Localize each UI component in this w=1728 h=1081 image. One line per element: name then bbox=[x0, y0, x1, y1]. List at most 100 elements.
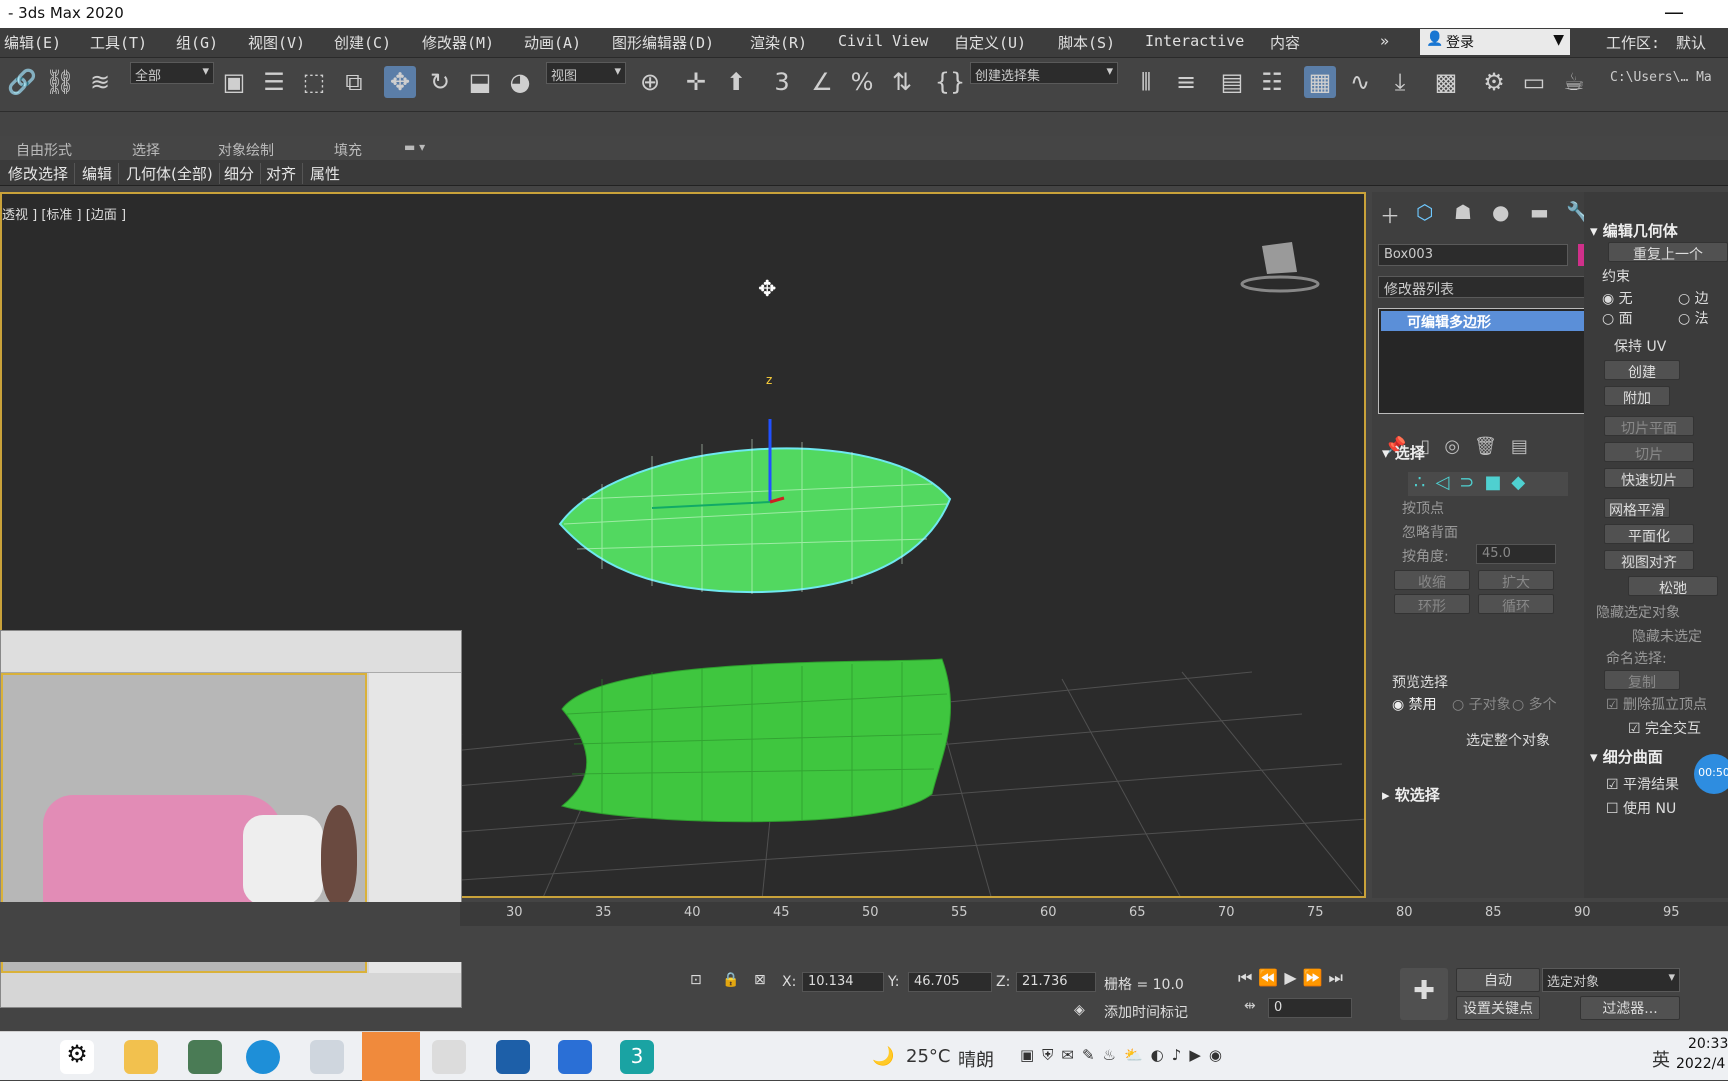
shrink-button[interactable]: 收缩 bbox=[1394, 570, 1470, 591]
app2-icon[interactable] bbox=[310, 1040, 344, 1074]
preview-multi-radio[interactable]: ○ 多个 bbox=[1512, 694, 1557, 714]
ribbon-tab-selection[interactable]: 选择 bbox=[132, 140, 160, 160]
3dsmax-taskbar-icon[interactable]: 3 bbox=[620, 1040, 654, 1074]
motion-tab-icon[interactable]: ● bbox=[1492, 200, 1509, 224]
snap-3d-icon[interactable]: 3 bbox=[766, 66, 798, 98]
key-set-dropdown[interactable]: 选定对象 bbox=[1542, 968, 1680, 992]
copy-button[interactable]: 复制 bbox=[1604, 670, 1680, 691]
z-coordinate-field[interactable]: 21.736 bbox=[1016, 972, 1096, 992]
window-crossing-icon[interactable]: ⧉ bbox=[338, 66, 370, 98]
subdivision-surface-header[interactable]: ▾ 细分曲面 bbox=[1590, 746, 1663, 767]
preview-subobject-radio[interactable]: ○ 子对象 bbox=[1452, 694, 1511, 714]
scale-icon[interactable]: ⬓ bbox=[464, 66, 496, 98]
clock-date[interactable]: 2022/4 bbox=[1676, 1056, 1725, 1072]
bind-spacewarp-icon[interactable]: ≋ bbox=[84, 66, 116, 98]
ribbon-tab-object-paint[interactable]: 对象绘制 bbox=[218, 140, 274, 160]
by-vertex-checkbox[interactable]: 按顶点 bbox=[1402, 498, 1612, 522]
layer-explorer-icon[interactable]: ☷ bbox=[1256, 66, 1288, 98]
selection-set-dropdown[interactable]: 创建选择集 bbox=[970, 62, 1118, 84]
panel-edit[interactable]: 编辑 bbox=[82, 163, 120, 184]
preview-disabled-radio[interactable]: ◉ 禁用 bbox=[1392, 694, 1437, 714]
menu-graph-editors[interactable]: 图形编辑器(D) bbox=[612, 32, 714, 53]
link-icon[interactable]: 🔗 bbox=[6, 66, 38, 98]
app3-icon[interactable] bbox=[432, 1040, 466, 1074]
render-icon[interactable]: ☕ bbox=[1558, 66, 1590, 98]
panel-modify-selection[interactable]: 修改选择 bbox=[8, 163, 76, 184]
minimize-button[interactable]: — bbox=[1664, 0, 1684, 24]
stack-item-editable-poly[interactable]: 可编辑多边形 bbox=[1381, 311, 1595, 331]
view-align-button[interactable]: 视图对齐 bbox=[1604, 550, 1694, 571]
time-ruler[interactable]: 30 35 40 45 50 55 60 65 70 75 80 85 90 9… bbox=[460, 902, 1728, 926]
ref-coord-dropdown[interactable]: 视图 bbox=[546, 62, 626, 84]
ribbon-tab-freeform[interactable]: 自由形式 bbox=[16, 140, 72, 160]
subobject-level-icons[interactable]: ∴◁⊃■◆ bbox=[1408, 472, 1568, 496]
slice-plane-button[interactable]: 切片平面 bbox=[1604, 416, 1694, 437]
x-coordinate-field[interactable]: 10.134 bbox=[802, 972, 884, 992]
ribbon-tab-populate[interactable]: 填充 bbox=[334, 140, 362, 160]
selection-rollout-header[interactable]: ▾ 选择 bbox=[1382, 442, 1425, 463]
select-by-name-icon[interactable]: ☰ bbox=[258, 66, 290, 98]
lock-icon[interactable]: 🔒 bbox=[722, 972, 739, 988]
key-filter-icon[interactable]: ✚ bbox=[1400, 968, 1448, 1020]
select-object-icon[interactable]: ▣ bbox=[218, 66, 250, 98]
app4-icon[interactable] bbox=[496, 1040, 530, 1074]
settings-icon[interactable]: ⚙ bbox=[60, 1040, 94, 1074]
planarize-button[interactable]: 平面化 bbox=[1604, 524, 1694, 545]
constraint-edge-radio[interactable]: ○ 边 bbox=[1678, 288, 1709, 308]
absolute-mode-icon[interactable]: ⊠ bbox=[754, 972, 766, 988]
menu-scripting[interactable]: 脚本(S) bbox=[1058, 32, 1115, 53]
current-frame-field[interactable]: 0 bbox=[1268, 998, 1352, 1018]
constraint-face-radio[interactable]: ○ 面 bbox=[1602, 308, 1633, 328]
weather-temp[interactable]: 25°C bbox=[906, 1046, 950, 1067]
menu-group[interactable]: 组(G) bbox=[176, 32, 218, 53]
playback-controls[interactable]: ⏮⏪▶⏩⏭ bbox=[1238, 968, 1354, 994]
attach-button[interactable]: 附加 bbox=[1604, 386, 1670, 407]
panel-properties[interactable]: 属性 bbox=[310, 163, 346, 184]
relax-button[interactable]: 松弛 bbox=[1628, 576, 1718, 597]
use-nurms-checkbox[interactable]: ☐ 使用 NU bbox=[1606, 798, 1676, 818]
app-icon[interactable] bbox=[188, 1040, 222, 1074]
soft-selection-rollout-header[interactable]: ▸ 软选择 bbox=[1382, 784, 1440, 805]
create-tab-icon[interactable]: ＋ bbox=[1380, 200, 1400, 229]
modifier-list-dropdown[interactable]: 修改器列表 bbox=[1378, 276, 1598, 298]
y-coordinate-field[interactable]: 46.705 bbox=[908, 972, 992, 992]
display-tab-icon[interactable]: ▬ bbox=[1530, 200, 1549, 224]
pivot-center-icon[interactable]: ⊕ bbox=[634, 66, 666, 98]
file-explorer-icon[interactable] bbox=[124, 1040, 158, 1074]
preserve-uv-checkbox[interactable]: 保持 UV bbox=[1614, 336, 1666, 356]
align-icon[interactable]: ≡ bbox=[1170, 66, 1202, 98]
ribbon-toggle-icon[interactable]: ▦ bbox=[1304, 66, 1336, 98]
weather-icon[interactable]: 🌙 bbox=[872, 1046, 894, 1067]
menu-modifiers[interactable]: 修改器(M) bbox=[422, 32, 494, 53]
isolate-icon[interactable]: ⊡ bbox=[690, 972, 702, 988]
render-setup-icon[interactable]: ⚙ bbox=[1478, 66, 1510, 98]
workspace-value[interactable]: 默认 bbox=[1676, 32, 1706, 53]
menu-civil-view[interactable]: Civil View bbox=[838, 32, 928, 50]
login-dropdown[interactable]: 👤 登录 ▼ bbox=[1420, 29, 1570, 55]
selection-filter-dropdown[interactable]: 全部 bbox=[130, 62, 214, 84]
material-editor-icon[interactable]: ▩ bbox=[1430, 66, 1462, 98]
menu-tools[interactable]: 工具(T) bbox=[90, 32, 147, 53]
edge-icon[interactable] bbox=[246, 1040, 280, 1074]
hide-unselected-button[interactable]: 隐藏未选定 bbox=[1632, 626, 1702, 646]
rotate-icon[interactable]: ↻ bbox=[424, 66, 456, 98]
delete-isolated-checkbox[interactable]: ☑ 删除孤立顶点 bbox=[1606, 694, 1707, 714]
add-time-tag[interactable]: 添加时间标记 bbox=[1104, 1002, 1188, 1022]
menu-rendering[interactable]: 渲染(R) bbox=[750, 32, 807, 53]
place-icon[interactable]: ◕ bbox=[504, 66, 536, 98]
mirror-icon[interactable]: ⫴ bbox=[1130, 66, 1162, 98]
ribbon-options-icon[interactable]: ▬ ▾ bbox=[404, 140, 425, 154]
menu-animation[interactable]: 动画(A) bbox=[524, 32, 581, 53]
menu-create[interactable]: 创建(C) bbox=[334, 32, 391, 53]
hierarchy-tab-icon[interactable]: ☗ bbox=[1454, 200, 1472, 224]
select-manipulate-icon[interactable]: ✛ bbox=[680, 66, 712, 98]
rect-selection-icon[interactable]: ⬚ bbox=[298, 66, 330, 98]
unlink-icon[interactable]: ⛓ bbox=[44, 66, 76, 98]
angle-snap-icon[interactable]: ∠ bbox=[806, 66, 838, 98]
full-interactivity-checkbox[interactable]: ☑ 完全交互 bbox=[1628, 718, 1701, 738]
menu-content[interactable]: 内容 bbox=[1270, 32, 1300, 53]
tray-icons[interactable]: ▣⛨✉✎♨⛅◐♪▶◉ bbox=[1020, 1046, 1230, 1064]
smooth-result-checkbox[interactable]: ☑ 平滑结果 bbox=[1606, 774, 1679, 794]
panel-align[interactable]: 对齐 bbox=[266, 163, 304, 184]
menu-view[interactable]: 视图(V) bbox=[248, 32, 305, 53]
